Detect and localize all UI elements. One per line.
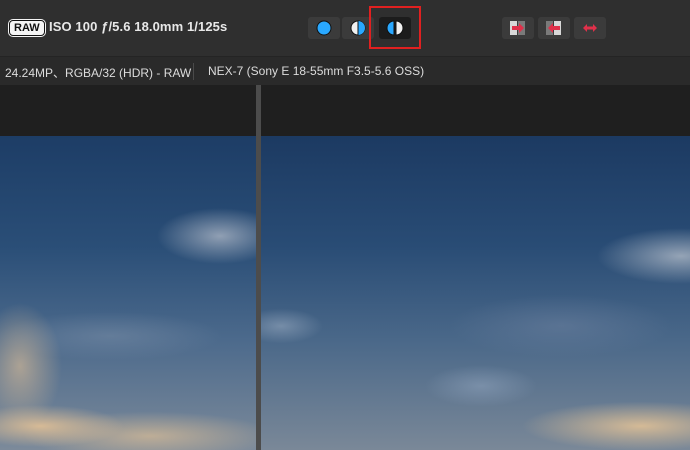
raw-badge: RAW bbox=[9, 20, 45, 36]
compare-divider-handle[interactable] bbox=[256, 85, 261, 450]
camera-info: NEX-7 (Sony E 18-55mm F3.5-5.6 OSS) bbox=[208, 64, 425, 78]
top-toolbar: RAW ISO 100 ƒ/5.6 18.0mm 1/125s bbox=[0, 0, 690, 56]
arrow-both-icon bbox=[582, 21, 598, 35]
image-info-bar: 24.24MP、RGBA/32 (HDR) - RAW NEX-7 (Sony … bbox=[0, 56, 690, 86]
info-separator bbox=[193, 63, 194, 80]
arrow-right-icon bbox=[510, 21, 525, 35]
left-image-pane[interactable] bbox=[0, 136, 256, 450]
exif-info: ISO 100 ƒ/5.6 18.0mm 1/125s bbox=[49, 19, 228, 34]
compare-view bbox=[0, 85, 690, 450]
image-info: 24.24MP、RGBA/32 (HDR) - RAW bbox=[5, 66, 192, 80]
right-sky-image bbox=[261, 136, 690, 450]
copy-left-button[interactable] bbox=[538, 17, 570, 39]
full-circle-icon bbox=[316, 20, 332, 36]
right-image-pane[interactable] bbox=[261, 136, 690, 450]
left-pane-header bbox=[0, 85, 256, 136]
right-pane-header bbox=[261, 85, 690, 136]
swap-button[interactable] bbox=[574, 17, 606, 39]
left-sky-image bbox=[0, 136, 256, 450]
split-circle-icon bbox=[350, 20, 366, 36]
arrow-left-icon bbox=[546, 21, 561, 35]
selection-highlight bbox=[369, 6, 421, 49]
single-view-button[interactable] bbox=[308, 17, 340, 39]
copy-right-button[interactable] bbox=[502, 17, 534, 39]
